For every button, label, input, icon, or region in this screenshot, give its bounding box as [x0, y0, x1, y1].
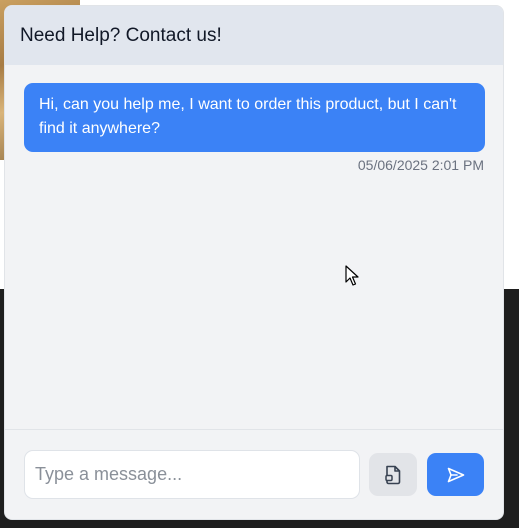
mouse-cursor-icon — [345, 265, 359, 286]
file-attach-icon — [384, 465, 402, 485]
send-icon — [447, 467, 465, 483]
message-timestamp: 05/06/2025 2:01 PM — [357, 157, 484, 173]
message-composer — [5, 429, 503, 519]
message-list: Hi, can you help me, I want to order thi… — [5, 65, 503, 430]
send-button[interactable] — [427, 453, 484, 496]
attach-file-button[interactable] — [369, 453, 417, 496]
message-input[interactable] — [24, 450, 360, 499]
chat-title: Need Help? Contact us! — [20, 24, 222, 46]
chat-widget: Need Help? Contact us! Hi, can you help … — [4, 5, 504, 520]
message-bubble: Hi, can you help me, I want to order thi… — [24, 83, 485, 152]
chat-header: Need Help? Contact us! — [5, 6, 503, 65]
